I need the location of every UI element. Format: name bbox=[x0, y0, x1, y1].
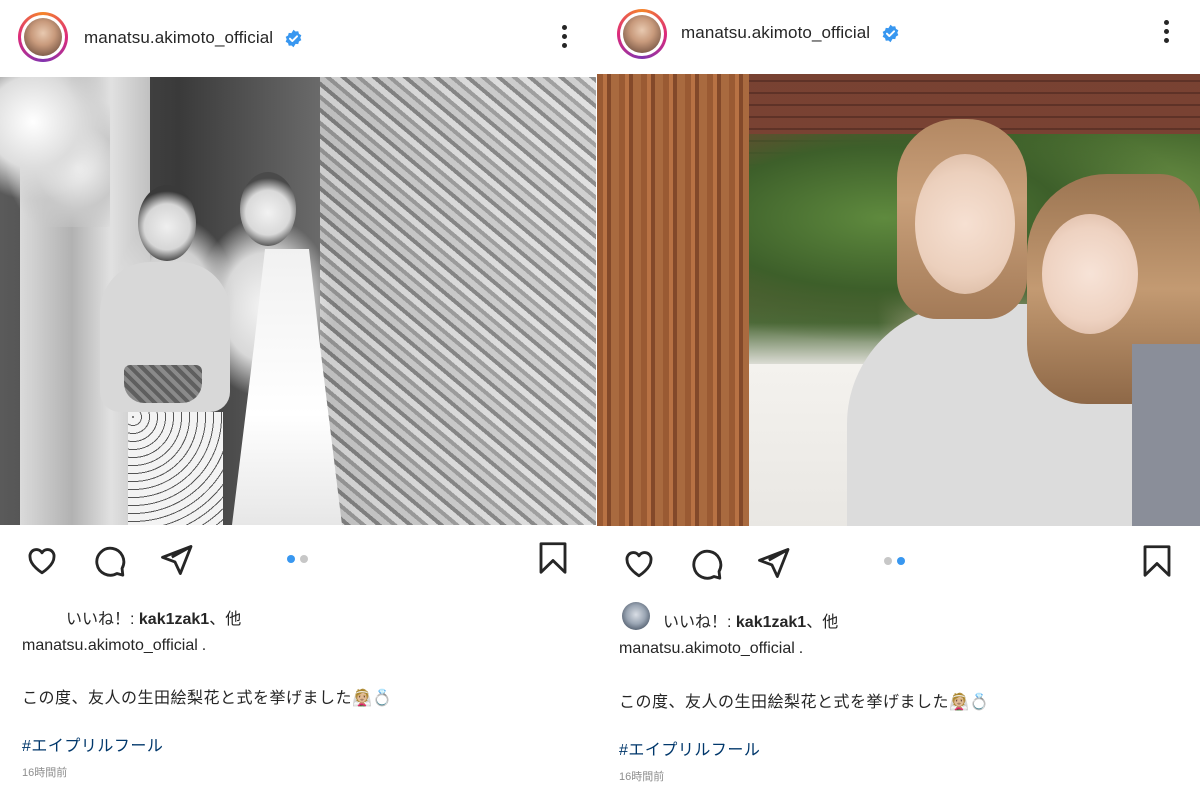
caption-text: この度、友人の生田絵梨花と式を挙げました👰🏼💍 bbox=[22, 690, 393, 707]
caption-username-line: manatsu.akimoto_official. bbox=[22, 637, 206, 655]
olive-branches bbox=[320, 77, 597, 525]
carousel-dot bbox=[300, 555, 308, 563]
post-username[interactable]: manatsu.akimoto_official bbox=[84, 28, 273, 48]
post-username[interactable]: manatsu.akimoto_official bbox=[681, 23, 870, 43]
more-options-icon[interactable] bbox=[560, 25, 568, 51]
person-head bbox=[138, 185, 196, 261]
likes-prefix: いいね！: bbox=[663, 614, 736, 631]
like-button[interactable] bbox=[619, 543, 659, 583]
caption-username[interactable]: manatsu.akimoto_official bbox=[619, 640, 795, 657]
post-card-2: manatsu.akimoto_official いいね！: kak1zak1、… bbox=[597, 0, 1200, 797]
person-face bbox=[915, 154, 1015, 294]
hashtag-link[interactable]: #エイプリルフール bbox=[619, 736, 760, 760]
send-icon bbox=[758, 548, 790, 578]
profile-avatar[interactable] bbox=[617, 9, 667, 59]
share-button[interactable] bbox=[156, 540, 196, 580]
carousel-dot bbox=[884, 557, 892, 565]
knit-skirt bbox=[128, 412, 223, 525]
save-button[interactable] bbox=[1137, 541, 1177, 581]
post-card-1: manatsu.akimoto_official いいね！: kak1zak1、… bbox=[0, 0, 597, 797]
post-header: manatsu.akimoto_official bbox=[597, 0, 1200, 74]
share-button[interactable] bbox=[753, 543, 793, 583]
flower-arrangement bbox=[0, 77, 110, 227]
caption-period: . bbox=[798, 640, 804, 657]
send-icon bbox=[161, 545, 193, 575]
likes-summary[interactable]: いいね！: kak1zak1、他 bbox=[663, 608, 838, 632]
post-header: manatsu.akimoto_official bbox=[0, 0, 597, 74]
comment-icon bbox=[95, 546, 126, 577]
like-button[interactable] bbox=[22, 540, 62, 580]
heart-icon bbox=[28, 548, 56, 575]
comment-icon bbox=[692, 549, 723, 580]
heart-icon bbox=[625, 551, 653, 578]
friend-jacket bbox=[1132, 344, 1200, 526]
post-timestamp: 16時間前 bbox=[619, 771, 665, 783]
wooden-pillar bbox=[597, 74, 749, 526]
caption-username-line: manatsu.akimoto_official. bbox=[619, 640, 803, 658]
likes-suffix: 、他 bbox=[209, 611, 242, 628]
likes-summary[interactable]: いいね！: kak1zak1、他 bbox=[66, 605, 241, 629]
post-timestamp: 16時間前 bbox=[22, 767, 68, 779]
more-options-icon[interactable] bbox=[1162, 20, 1170, 46]
friend-face bbox=[1042, 214, 1138, 334]
save-button[interactable] bbox=[533, 538, 573, 578]
carousel-dot bbox=[287, 555, 295, 563]
bookmark-icon bbox=[1143, 545, 1171, 577]
liker-avatar[interactable] bbox=[622, 602, 650, 630]
verified-badge-icon bbox=[285, 29, 302, 48]
likes-suffix: 、他 bbox=[806, 614, 839, 631]
post-photo[interactable] bbox=[597, 74, 1200, 526]
profile-avatar[interactable] bbox=[18, 12, 68, 62]
bookmark-icon bbox=[539, 542, 567, 574]
bride-head bbox=[240, 172, 296, 246]
comment-button[interactable] bbox=[89, 540, 129, 580]
liked-by-user[interactable]: kak1zak1 bbox=[139, 611, 209, 628]
carousel-indicator bbox=[884, 557, 905, 565]
comment-button[interactable] bbox=[686, 543, 726, 583]
carousel-dot bbox=[897, 557, 905, 565]
carousel-indicator bbox=[287, 555, 308, 563]
verified-badge-icon bbox=[882, 24, 899, 43]
hashtag-link[interactable]: #エイプリルフール bbox=[22, 732, 163, 756]
likes-prefix: いいね！: bbox=[66, 611, 139, 628]
caption-period: . bbox=[201, 637, 207, 654]
caption-text: この度、友人の生田絵梨花と式を挙げました👰🏼💍 bbox=[619, 694, 990, 711]
basket bbox=[124, 365, 202, 403]
caption-username[interactable]: manatsu.akimoto_official bbox=[22, 637, 198, 654]
liked-by-user[interactable]: kak1zak1 bbox=[736, 614, 806, 631]
post-photo[interactable] bbox=[0, 77, 597, 525]
